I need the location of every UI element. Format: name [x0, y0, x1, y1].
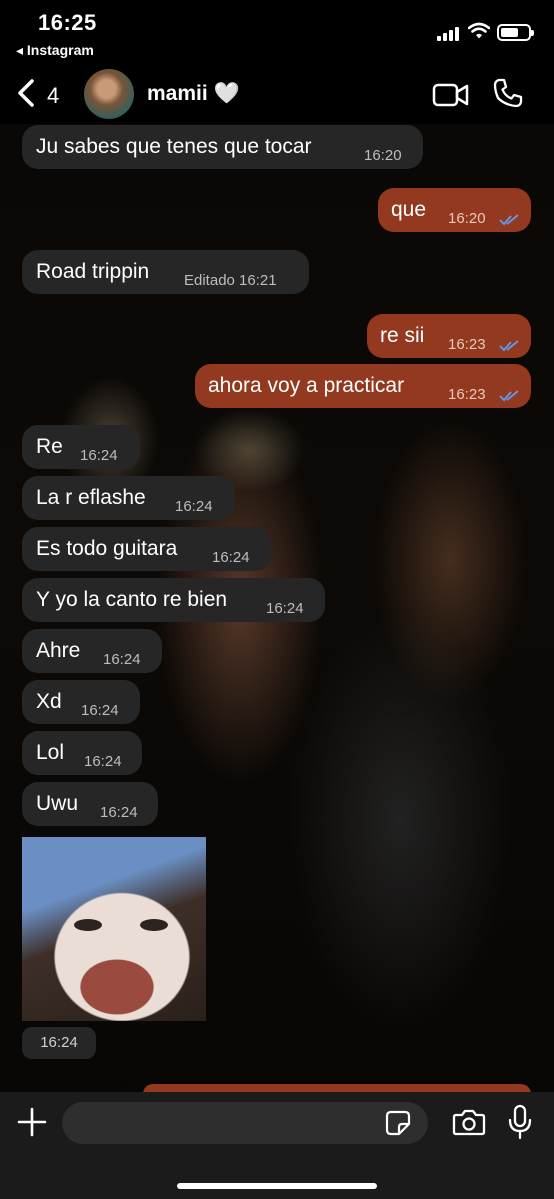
camera-icon[interactable] — [452, 1108, 486, 1136]
message-bubble-incoming[interactable]: Y yo la canto re bien 16:24 — [22, 578, 325, 622]
photo-message-time: 16:24 — [22, 1027, 96, 1059]
read-ticks-icon — [499, 214, 519, 226]
photo-message[interactable] — [22, 837, 206, 1021]
message-time-edited: Editado 16:21 — [184, 272, 277, 289]
read-ticks-icon — [499, 390, 519, 402]
message-text: re sii — [380, 324, 425, 347]
message-bubble-incoming[interactable]: Ju sabes que tenes que tocar 16:20 — [22, 125, 423, 169]
message-bubble-incoming[interactable]: Es todo guitara 16:24 — [22, 527, 271, 571]
cellular-signal-icon — [437, 25, 463, 41]
message-bubble-incoming[interactable]: La r eflashe 16:24 — [22, 476, 235, 520]
message-text: Lol — [36, 741, 65, 764]
read-ticks-icon — [499, 340, 519, 352]
back-chevron-icon[interactable] — [14, 78, 38, 108]
unread-chats-count[interactable]: 4 — [47, 83, 59, 109]
message-bubble-outgoing[interactable]: que 16:20 — [378, 188, 531, 232]
chat-header: 4 mamii 🤍 — [0, 62, 554, 124]
message-time: 16:24 — [103, 651, 141, 668]
message-time: 16:23 — [448, 336, 486, 353]
message-time: 16:24 — [266, 600, 304, 617]
message-text: que — [391, 198, 427, 221]
message-text: ahora voy a practicar — [208, 374, 405, 397]
plus-icon[interactable] — [16, 1106, 48, 1138]
message-time: 16:24 — [80, 447, 118, 464]
message-text: Y yo la canto re bien — [36, 588, 228, 611]
microphone-icon[interactable] — [507, 1104, 533, 1140]
message-text: Es todo guitara — [36, 537, 178, 560]
message-bubble-incoming[interactable]: Xd 16:24 — [22, 680, 140, 724]
video-call-icon[interactable] — [432, 82, 470, 108]
message-text: Road trippin — [36, 260, 150, 283]
message-bubble-outgoing[interactable]: ahora voy a practicar 16:23 — [195, 364, 531, 408]
message-bubble-incoming[interactable]: Lol 16:24 — [22, 731, 142, 775]
message-time: 16:20 — [364, 147, 402, 164]
message-time: 16:20 — [448, 210, 486, 227]
sticker-icon[interactable] — [385, 1110, 411, 1136]
message-time: 16:23 — [448, 386, 486, 403]
contact-name[interactable]: mamii 🤍 — [147, 82, 240, 106]
home-indicator[interactable] — [177, 1183, 377, 1189]
back-to-instagram-link[interactable]: ◂ Instagram — [16, 42, 94, 59]
message-bubble-incoming[interactable]: Ahre 16:24 — [22, 629, 162, 673]
message-time: 16:24 — [84, 753, 122, 770]
wifi-icon — [468, 22, 490, 39]
photo-detail — [74, 919, 102, 931]
message-time: 16:24 — [212, 549, 250, 566]
message-text: La r eflashe — [36, 486, 146, 509]
message-time: 16:24 — [81, 702, 119, 719]
message-bubble-outgoing[interactable]: re sii 16:23 — [367, 314, 531, 358]
contact-avatar[interactable] — [84, 69, 134, 119]
battery-icon — [497, 24, 534, 41]
message-text: Uwu — [36, 792, 79, 815]
message-text: Xd — [36, 690, 62, 713]
message-time: 16:24 — [100, 804, 138, 821]
message-time: 16:24 — [175, 498, 213, 515]
photo-detail — [140, 919, 168, 931]
status-time: 16:25 — [38, 10, 97, 35]
message-text: Ju sabes que tenes que tocar — [36, 135, 312, 158]
message-text: Ahre — [36, 639, 81, 662]
status-bar: 16:25 ◂ Instagram — [0, 0, 554, 62]
phone-call-icon[interactable] — [492, 77, 524, 109]
message-input[interactable] — [62, 1102, 428, 1144]
message-bubble-incoming[interactable]: Re 16:24 — [22, 425, 140, 469]
message-bubble-incoming[interactable]: Road trippin Editado 16:21 — [22, 250, 309, 294]
message-bubble-incoming[interactable]: Uwu 16:24 — [22, 782, 158, 826]
message-text: Re — [36, 435, 63, 458]
